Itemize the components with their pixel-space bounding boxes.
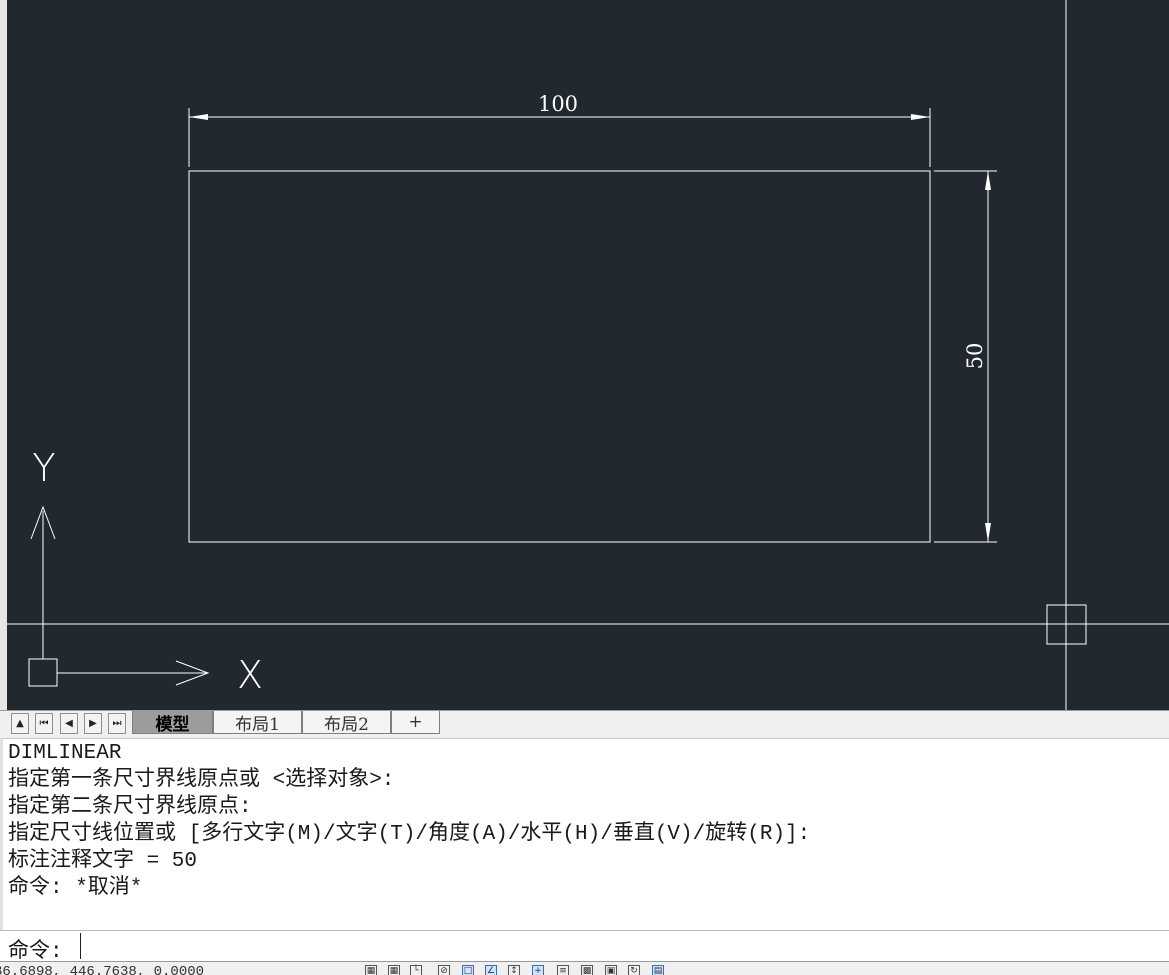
- am-icon[interactable]: ▤: [652, 965, 664, 975]
- tab-layout1[interactable]: 布局1: [213, 711, 302, 735]
- status-bar: 36.6898, 446.7638, 0.0000 ▦ ▦ └ ⊘ □ ∠ ↕ …: [0, 962, 1169, 975]
- osnap-icon[interactable]: □: [462, 965, 474, 975]
- dim-text-vertical: 50: [963, 343, 987, 370]
- otrack-icon[interactable]: ∠: [485, 965, 497, 975]
- layout-tab-bar: ▲ ⏮ ◀ ▶ ⏭ 模型 布局1 布局2 +: [0, 710, 1169, 739]
- rectangle-entity[interactable]: [188, 170, 931, 543]
- prev-tab-button[interactable]: ◀: [60, 713, 78, 734]
- polar-icon[interactable]: ⊘: [438, 965, 450, 975]
- sc-icon[interactable]: ↻: [628, 965, 640, 975]
- window-edge: [0, 0, 7, 710]
- ortho-icon[interactable]: └: [410, 965, 422, 975]
- qp-icon[interactable]: ▣: [605, 965, 617, 975]
- history-line: 指定第二条尺寸界线原点:: [8, 796, 252, 819]
- tab-model[interactable]: 模型: [132, 711, 213, 735]
- add-layout-button[interactable]: +: [391, 711, 440, 734]
- dim-arrow-top-icon: [985, 171, 991, 190]
- history-line: DIMLINEAR: [8, 742, 122, 765]
- first-tab-button[interactable]: ⏮: [35, 713, 53, 734]
- last-tab-button[interactable]: ⏭: [108, 713, 126, 734]
- vertical-dimension[interactable]: 50: [934, 170, 997, 543]
- snap-icon[interactable]: ▦: [388, 965, 400, 975]
- drawing-svg[interactable]: 100 50 Y X: [7, 0, 1169, 710]
- ucs-icon: Y X: [28, 446, 263, 697]
- tabbar-scroll-up-button[interactable]: ▲: [11, 713, 29, 734]
- model-space-canvas[interactable]: 100 50 Y X: [7, 0, 1169, 710]
- history-line: 标注注释文字 = 50: [8, 850, 198, 873]
- crosshair-cursor: [7, 0, 1169, 710]
- history-line: 指定第一条尺寸界线原点或 <选择对象>:: [8, 769, 395, 792]
- history-line: 命令: *取消*: [8, 877, 143, 900]
- ducs-icon[interactable]: ↕: [508, 965, 520, 975]
- command-input[interactable]: [80, 933, 1161, 959]
- next-tab-button[interactable]: ▶: [84, 713, 102, 734]
- lineweight-icon[interactable]: ≡: [557, 965, 569, 975]
- dim-arrow-bottom-icon: [985, 523, 991, 542]
- ucs-y-label: Y: [32, 446, 55, 490]
- dyn-icon[interactable]: +: [532, 965, 544, 975]
- history-line: 指定尺寸线位置或 [多行文字(M)/文字(T)/角度(A)/水平(H)/垂直(V…: [8, 823, 811, 846]
- dim-arrow-left-icon: [189, 114, 208, 120]
- command-prompt: 命令:: [8, 941, 63, 964]
- command-line: 命令:: [0, 930, 1169, 964]
- tab-layout2[interactable]: 布局2: [302, 711, 391, 735]
- ucs-x-label: X: [237, 653, 263, 697]
- coordinate-readout: 36.6898, 446.7638, 0.0000: [0, 964, 205, 975]
- dim-arrow-right-icon: [911, 114, 930, 120]
- transparency-icon[interactable]: ▩: [581, 965, 593, 975]
- command-history: DIMLINEAR 指定第一条尺寸界线原点或 <选择对象>: 指定第二条尺寸界线…: [0, 738, 1169, 930]
- horizontal-dimension[interactable]: 100: [188, 92, 931, 167]
- dim-text-horizontal: 100: [538, 92, 578, 116]
- grid-icon[interactable]: ▦: [365, 965, 377, 975]
